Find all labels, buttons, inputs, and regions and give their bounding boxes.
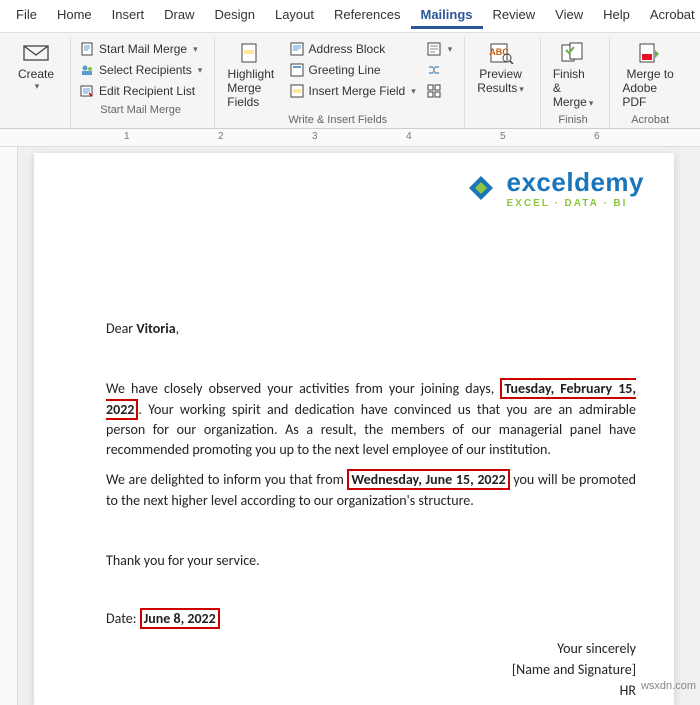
menu-file[interactable]: File bbox=[6, 3, 47, 29]
thanks-line: Thank you for your service. bbox=[106, 551, 636, 571]
group-preview: ABC Preview Results▾ bbox=[465, 37, 541, 128]
update-icon bbox=[426, 83, 442, 99]
start-mail-merge-button[interactable]: Start Mail Merge▾ bbox=[77, 39, 204, 59]
menu-acrobat[interactable]: Acrobat bbox=[640, 3, 700, 29]
paragraph-1: We have closely observed your activities… bbox=[106, 379, 636, 460]
envelope-icon bbox=[22, 41, 50, 65]
highlight-icon bbox=[237, 41, 265, 65]
group-write-insert: Highlight Merge Fields Address Block Gre… bbox=[215, 37, 465, 128]
document-icon bbox=[79, 41, 95, 57]
menu-view[interactable]: View bbox=[545, 3, 593, 29]
group-label-create bbox=[12, 94, 60, 111]
edit-list-icon bbox=[79, 83, 95, 99]
rules-icon bbox=[426, 41, 442, 57]
date-line: Date: June 8, 2022 bbox=[106, 609, 636, 629]
update-labels-button[interactable] bbox=[424, 81, 455, 101]
svg-text:ABC: ABC bbox=[489, 47, 509, 57]
group-acrobat: Merge to Adobe PDF Acrobat bbox=[610, 37, 694, 128]
letter-date: June 8, 2022 bbox=[140, 608, 220, 629]
logo-subtext: EXCEL · DATA · BI bbox=[507, 198, 644, 209]
logo-text: exceldemy bbox=[507, 167, 644, 198]
paragraph-2: We are delighted to inform you that from… bbox=[106, 470, 636, 511]
group-label-preview bbox=[471, 97, 530, 114]
match-fields-button[interactable] bbox=[424, 60, 455, 80]
select-recipients-button[interactable]: Select Recipients▾ bbox=[77, 60, 204, 80]
group-label-start: Start Mail Merge bbox=[77, 101, 204, 118]
chevron-down-icon: ▾ bbox=[519, 84, 524, 94]
chevron-down-icon: ▾ bbox=[193, 44, 198, 55]
group-create: Create ▾ bbox=[6, 37, 71, 128]
greeting-icon bbox=[289, 62, 305, 78]
menu-review[interactable]: Review bbox=[483, 3, 546, 29]
menu-insert[interactable]: Insert bbox=[102, 3, 155, 29]
greeting-line-button[interactable]: Greeting Line bbox=[287, 60, 418, 80]
vertical-ruler[interactable] bbox=[0, 147, 18, 705]
highlight-merge-fields-button[interactable]: Highlight Merge Fields bbox=[221, 39, 280, 111]
address-block-button[interactable]: Address Block bbox=[287, 39, 418, 59]
rules-button[interactable]: ▾ bbox=[424, 39, 455, 59]
hr-label: HR bbox=[106, 682, 636, 699]
menu-layout[interactable]: Layout bbox=[265, 3, 324, 29]
finish-merge-button[interactable]: Finish & Merge▾ bbox=[547, 39, 600, 111]
insert-merge-field-button[interactable]: Insert Merge Field▾ bbox=[287, 81, 418, 101]
pdf-icon bbox=[636, 41, 664, 65]
create-button[interactable]: Create ▾ bbox=[12, 39, 60, 94]
group-label-write: Write & Insert Fields bbox=[221, 111, 454, 128]
edit-recipient-list-button[interactable]: Edit Recipient List bbox=[77, 81, 204, 101]
create-label: Create bbox=[18, 67, 54, 81]
watermark: wsxdn.com bbox=[641, 680, 696, 692]
address-block-icon bbox=[289, 41, 305, 57]
menu-draw[interactable]: Draw bbox=[154, 3, 204, 29]
logo-icon bbox=[463, 170, 499, 206]
menu-design[interactable]: Design bbox=[205, 3, 265, 29]
document-area: exceldemy EXCEL · DATA · BI Dear Vitoria… bbox=[0, 147, 700, 705]
insert-field-icon bbox=[289, 83, 305, 99]
ribbon: Create ▾ Start Mail Merge▾ Select Recipi… bbox=[0, 33, 700, 129]
group-label-finish: Finish bbox=[547, 111, 600, 128]
chevron-down-icon: ▾ bbox=[448, 44, 453, 55]
menu-help[interactable]: Help bbox=[593, 3, 640, 29]
match-icon bbox=[426, 62, 442, 78]
group-finish: Finish & Merge▾ Finish bbox=[541, 37, 611, 128]
chevron-down-icon: ▾ bbox=[35, 81, 40, 92]
preview-icon: ABC bbox=[487, 41, 515, 65]
logo: exceldemy EXCEL · DATA · BI bbox=[463, 167, 644, 209]
menu-home[interactable]: Home bbox=[47, 3, 102, 29]
menu-bar: File Home Insert Draw Design Layout Refe… bbox=[0, 0, 700, 33]
promotion-date: Wednesday, June 15, 2022 bbox=[347, 469, 509, 490]
chevron-down-icon: ▾ bbox=[411, 86, 416, 97]
sincerely: Your sincerely bbox=[106, 640, 636, 657]
group-start-mail-merge: Start Mail Merge▾ Select Recipients▾ Edi… bbox=[71, 37, 215, 128]
name-signature: [Name and Signature] bbox=[106, 661, 636, 678]
horizontal-ruler[interactable]: 1 2 3 4 5 6 bbox=[0, 129, 700, 147]
preview-results-button[interactable]: ABC Preview Results▾ bbox=[471, 39, 530, 97]
menu-references[interactable]: References bbox=[324, 3, 410, 29]
menu-mailings[interactable]: Mailings bbox=[411, 3, 483, 29]
group-label-acrobat: Acrobat bbox=[616, 111, 684, 128]
chevron-down-icon: ▾ bbox=[589, 98, 594, 108]
people-icon bbox=[79, 62, 95, 78]
finish-icon bbox=[559, 41, 587, 65]
merge-to-pdf-button[interactable]: Merge to Adobe PDF bbox=[616, 39, 684, 111]
chevron-down-icon: ▾ bbox=[198, 65, 203, 76]
salutation: Dear Vitoria, bbox=[106, 319, 636, 339]
page[interactable]: exceldemy EXCEL · DATA · BI Dear Vitoria… bbox=[34, 153, 674, 705]
